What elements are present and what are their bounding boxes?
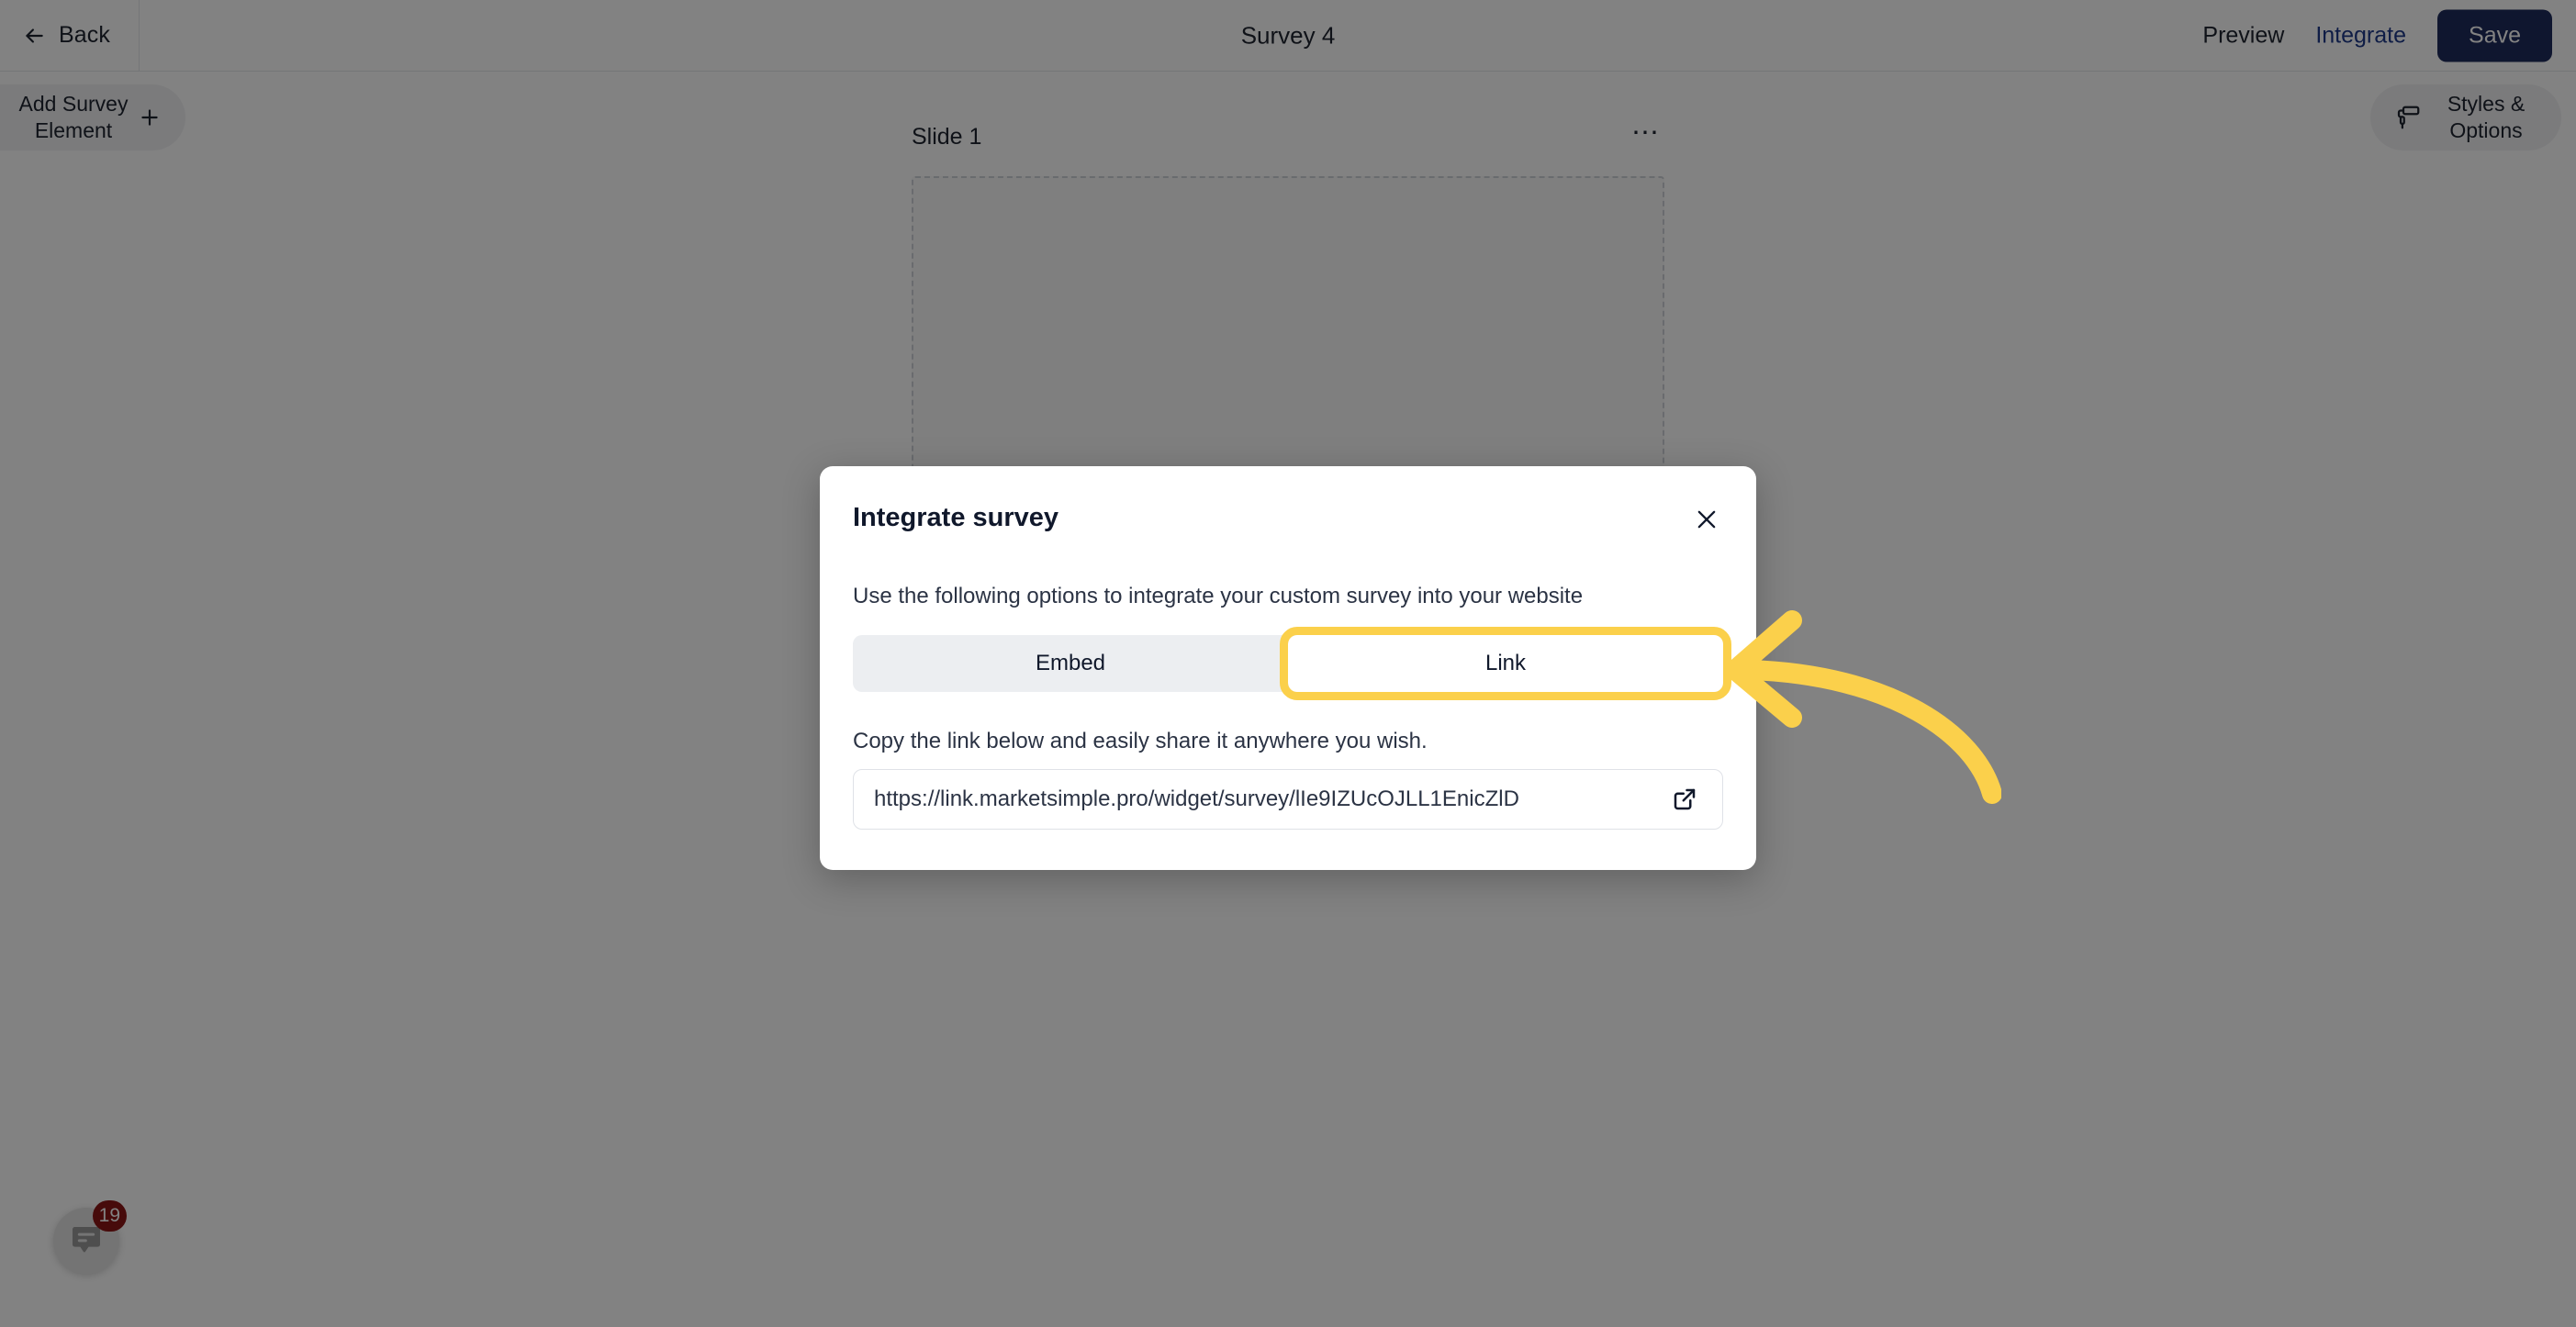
tab-embed[interactable]: Embed	[853, 635, 1288, 692]
external-link-icon	[1671, 786, 1698, 813]
share-link-field[interactable]: https://link.marketsimple.pro/widget/sur…	[853, 769, 1723, 830]
integration-tabs: Embed Link	[853, 627, 1731, 700]
app-root: Back Survey 4 Preview Integrate Save Add…	[0, 0, 2576, 1327]
share-link-value: https://link.marketsimple.pro/widget/sur…	[874, 786, 1519, 811]
modal-title: Integrate survey	[853, 503, 1059, 532]
close-icon	[1694, 507, 1719, 532]
copy-link-hint: Copy the link below and easily share it …	[853, 729, 1428, 753]
close-button[interactable]	[1690, 503, 1723, 536]
tab-link[interactable]: Link	[1280, 627, 1731, 700]
modal-subtitle: Use the following options to integrate y…	[853, 584, 1584, 608]
integrate-survey-modal: Integrate survey Use the following optio…	[820, 466, 1756, 870]
modal-header: Integrate survey	[853, 503, 1723, 536]
open-link-button[interactable]	[1667, 782, 1702, 817]
